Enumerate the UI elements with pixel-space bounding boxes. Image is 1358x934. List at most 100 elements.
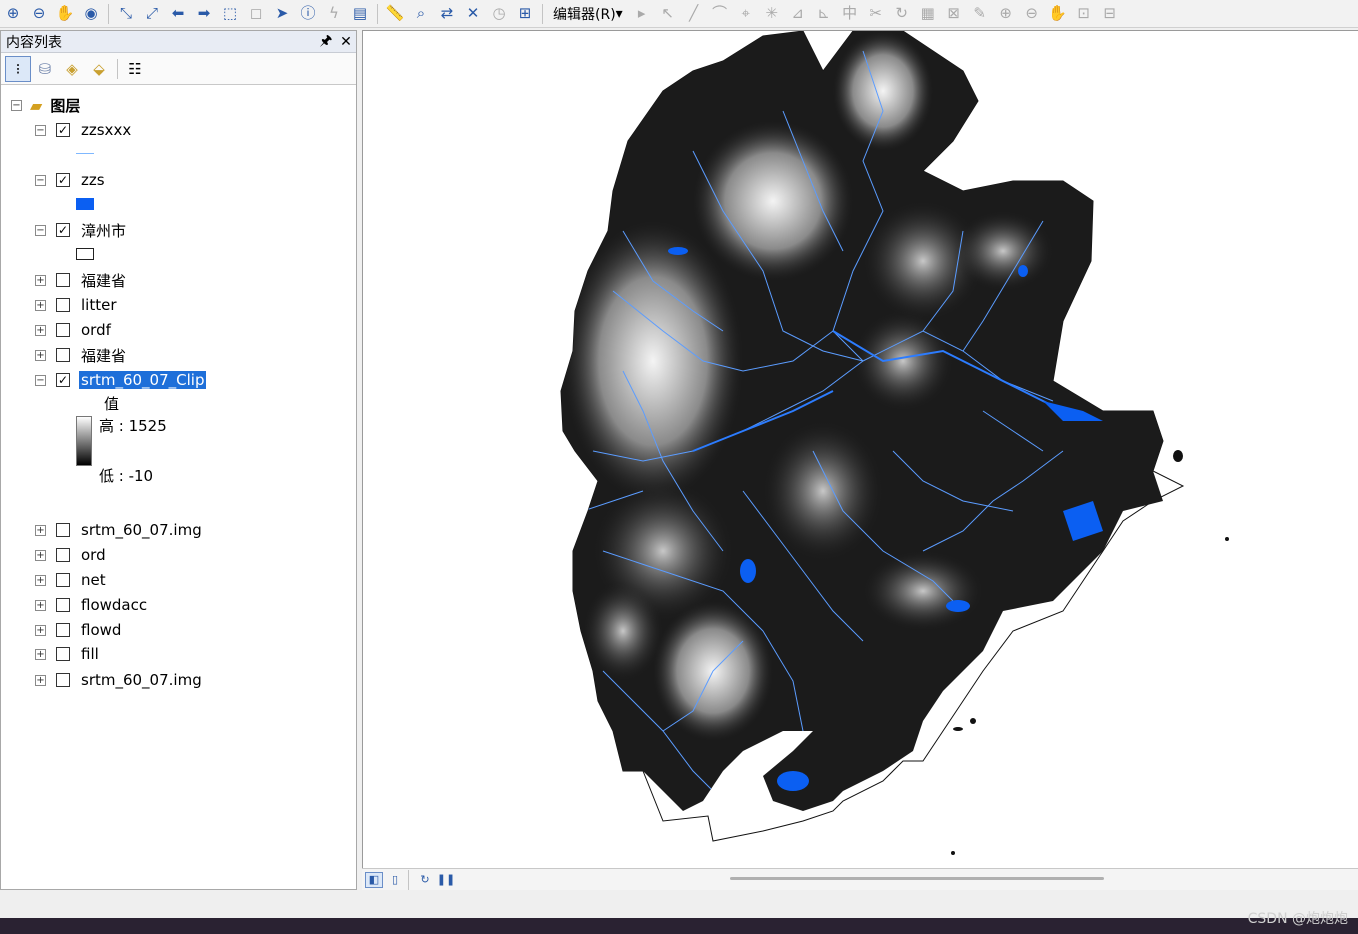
expand-icon[interactable]: + bbox=[35, 324, 46, 336]
layer-visibility-checkbox[interactable] bbox=[56, 598, 70, 612]
zoom-in-icon[interactable]: ⊕ bbox=[1, 3, 25, 25]
editor-menu-button[interactable]: 编辑器(R) ▾ bbox=[547, 3, 629, 25]
layer-row[interactable]: + ordf bbox=[35, 319, 113, 341]
layer-row-selected[interactable]: − ✓ srtm_60_07_Clip bbox=[35, 369, 207, 391]
back-arrow-icon[interactable]: ⬅ bbox=[166, 3, 190, 25]
options-icon[interactable]: ☷ bbox=[122, 56, 148, 82]
list-by-drawing-order-icon[interactable]: ⁝ bbox=[5, 55, 31, 82]
layer-visibility-checkbox[interactable] bbox=[56, 348, 70, 362]
split-tool-icon[interactable]: ✂ bbox=[864, 3, 888, 25]
layer-visibility-checkbox[interactable] bbox=[56, 673, 70, 687]
find-route-icon[interactable]: ⇄ bbox=[435, 3, 459, 25]
select-elements-arrow-icon[interactable]: ➤ bbox=[270, 3, 294, 25]
layer-row[interactable]: + net bbox=[35, 569, 108, 591]
zoom-out-icon[interactable]: ⊖ bbox=[27, 3, 51, 25]
hyperlink-bolt-icon[interactable]: ϟ bbox=[322, 3, 346, 25]
attributes-icon[interactable]: ▦ bbox=[916, 3, 940, 25]
pause-drawing-icon[interactable]: ❚❚ bbox=[437, 872, 455, 888]
layer-visibility-checkbox[interactable]: ✓ bbox=[56, 173, 70, 187]
collapse-icon[interactable]: − bbox=[35, 174, 46, 186]
layer-row[interactable]: − ✓ 漳州市 bbox=[35, 219, 128, 241]
select-features-icon[interactable]: ⬚ bbox=[218, 3, 242, 25]
expand-icon[interactable]: + bbox=[35, 524, 46, 536]
layer-visibility-checkbox[interactable] bbox=[56, 323, 70, 337]
layer-row[interactable]: + srtm_60_07.img bbox=[35, 669, 204, 691]
expand-icon[interactable]: + bbox=[35, 299, 46, 311]
list-by-source-icon[interactable]: ⛁ bbox=[32, 56, 58, 82]
layer-visibility-checkbox[interactable] bbox=[56, 623, 70, 637]
expand-icon[interactable]: + bbox=[35, 349, 46, 361]
find-binoculars-icon[interactable]: ⌕ bbox=[409, 3, 433, 25]
collapse-icon[interactable]: − bbox=[11, 99, 22, 111]
collapse-icon[interactable]: − bbox=[35, 374, 46, 386]
layer-row[interactable]: + litter bbox=[35, 294, 119, 316]
fixed-zoom-in-icon[interactable]: ⤡ bbox=[114, 3, 138, 25]
layer-visibility-checkbox[interactable]: ✓ bbox=[56, 123, 70, 137]
edit-vertices-icon[interactable]: ⊿ bbox=[786, 3, 810, 25]
close-icon[interactable]: ✕ bbox=[336, 34, 356, 50]
collapse-icon[interactable]: − bbox=[35, 224, 46, 236]
fixed-zoom-out-icon[interactable]: ⤢ bbox=[140, 3, 164, 25]
trace-icon[interactable]: ⌖ bbox=[734, 3, 758, 25]
layer-row[interactable]: + 福建省 bbox=[35, 344, 128, 366]
map-canvas[interactable] bbox=[362, 30, 1358, 868]
expand-icon[interactable]: + bbox=[35, 549, 46, 561]
layout-pan-icon[interactable]: ✋ bbox=[1046, 3, 1070, 25]
expand-icon[interactable]: + bbox=[35, 674, 46, 686]
data-view-icon[interactable]: ◧ bbox=[365, 871, 383, 888]
full-extent-globe-icon[interactable]: ◉ bbox=[79, 3, 103, 25]
layers-root[interactable]: − ▰ 图层 bbox=[11, 94, 82, 116]
layer-row[interactable]: − ✓ zzsxxx bbox=[35, 119, 133, 141]
expand-icon[interactable]: + bbox=[35, 574, 46, 586]
pin-icon[interactable]: 🖈 bbox=[316, 30, 336, 54]
layer-row[interactable]: + srtm_60_07.img bbox=[35, 519, 204, 541]
edit-tool-icon[interactable]: ▸ bbox=[630, 3, 654, 25]
layer-row[interactable]: + ord bbox=[35, 544, 108, 566]
layer-visibility-checkbox[interactable] bbox=[56, 573, 70, 587]
rotate-icon[interactable]: ↻ bbox=[890, 3, 914, 25]
layer-row[interactable]: − ✓ zzs bbox=[35, 169, 107, 191]
point-icon[interactable]: ✳ bbox=[760, 3, 784, 25]
pan-hand-icon[interactable]: ✋ bbox=[53, 3, 77, 25]
expand-icon[interactable]: + bbox=[35, 624, 46, 636]
list-by-visibility-icon[interactable]: ◈ bbox=[59, 56, 85, 82]
straight-segment-icon[interactable]: ╱ bbox=[682, 3, 706, 25]
layer-visibility-checkbox[interactable] bbox=[56, 647, 70, 661]
layer-visibility-checkbox[interactable] bbox=[56, 273, 70, 287]
reshape-icon[interactable]: ⊾ bbox=[812, 3, 836, 25]
zoom-100-icon[interactable]: ⊟ bbox=[1098, 3, 1122, 25]
refresh-icon[interactable]: ↻ bbox=[416, 872, 434, 888]
create-viewer-window-icon[interactable]: ⊞ bbox=[513, 3, 537, 25]
sketch-properties-icon[interactable]: ⊠ bbox=[942, 3, 966, 25]
measure-ruler-icon[interactable]: 📏 bbox=[383, 3, 407, 25]
create-features-icon[interactable]: ✎ bbox=[968, 3, 992, 25]
horizontal-scrollbar[interactable] bbox=[730, 877, 1104, 880]
time-slider-icon[interactable]: ◷ bbox=[487, 3, 511, 25]
identify-info-icon[interactable]: ⓘ bbox=[296, 3, 320, 25]
edit-annotation-icon[interactable]: ↖ bbox=[656, 3, 680, 25]
expand-icon[interactable]: + bbox=[35, 599, 46, 611]
layout-zoom-out-icon[interactable]: ⊖ bbox=[1020, 3, 1044, 25]
layer-visibility-checkbox[interactable] bbox=[56, 298, 70, 312]
layer-visibility-checkbox[interactable]: ✓ bbox=[56, 223, 70, 237]
layer-row[interactable]: + fill bbox=[35, 643, 101, 665]
forward-arrow-icon[interactable]: ➡ bbox=[192, 3, 216, 25]
zoom-whole-page-icon[interactable]: ⊡ bbox=[1072, 3, 1096, 25]
layer-visibility-checkbox[interactable]: ✓ bbox=[56, 373, 70, 387]
layer-visibility-checkbox[interactable] bbox=[56, 523, 70, 537]
layer-row[interactable]: + flowd bbox=[35, 619, 123, 641]
layer-row[interactable]: + flowdacc bbox=[35, 594, 149, 616]
layer-row[interactable]: + 福建省 bbox=[35, 269, 128, 291]
layout-view-icon[interactable]: ▯ bbox=[386, 872, 404, 888]
list-by-selection-icon[interactable]: ⬙ bbox=[86, 56, 112, 82]
go-to-xy-icon[interactable]: ✕ bbox=[461, 3, 485, 25]
html-popup-icon[interactable]: ▤ bbox=[348, 3, 372, 25]
expand-icon[interactable]: + bbox=[35, 274, 46, 286]
cut-polygons-icon[interactable]: 中 bbox=[838, 3, 862, 25]
collapse-icon[interactable]: − bbox=[35, 124, 46, 136]
layout-zoom-in-icon[interactable]: ⊕ bbox=[994, 3, 1018, 25]
end-point-arc-icon[interactable]: ⌒ bbox=[708, 3, 732, 25]
expand-icon[interactable]: + bbox=[35, 648, 46, 660]
clear-selection-icon[interactable]: ◻ bbox=[244, 3, 268, 25]
layer-visibility-checkbox[interactable] bbox=[56, 548, 70, 562]
